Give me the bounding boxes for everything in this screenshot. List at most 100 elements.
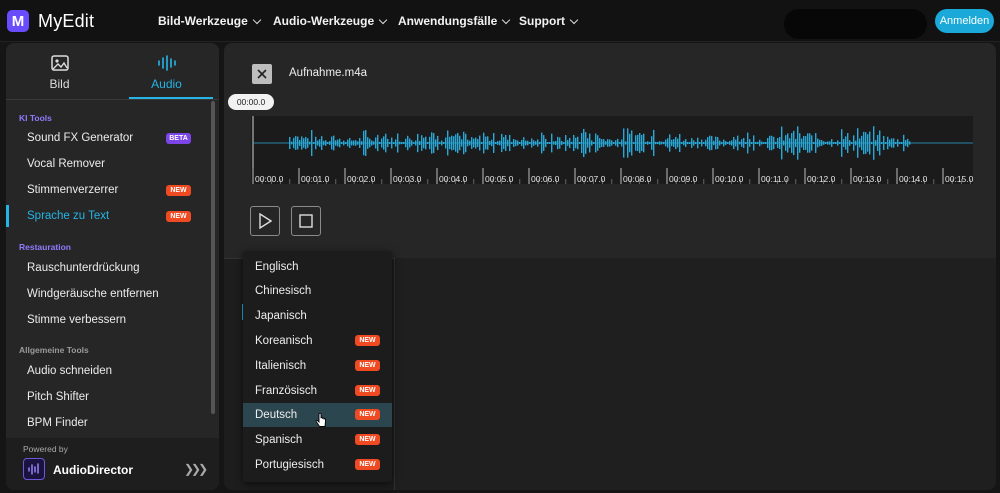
waveform-bar [683,140,685,146]
waveform-bar [829,141,831,145]
waveform-bar [321,136,323,150]
waveform-bar [419,141,421,145]
play-button[interactable] [250,206,280,236]
sidebar-item-bpm-finder[interactable]: BPM Finder [27,417,88,429]
waveform-bar [569,137,571,149]
waveform-bar [347,139,349,147]
waveform-bar [757,141,759,145]
waveform-bar [769,135,771,151]
timeline-tick-label: 00:10.0 [715,174,744,184]
waveform-bar [331,136,333,150]
waveform-bar [723,139,725,147]
double-chevron-right-icon[interactable]: ❯❯❯ [184,462,208,476]
nav-bild-werkzeuge[interactable]: Bild-Werkzeuge [158,14,262,28]
waveform-bar [621,139,623,147]
language-label: Japanisch [255,310,307,322]
timeline-tick-label: 00:08.0 [623,174,652,184]
waveform-bar [557,136,559,150]
waveform-bar [489,140,491,146]
redacted-area [784,9,927,39]
waveform-timeline[interactable]: 00:00.0 00:01.0 00:02.0 00:03.0 00:04.0 00:05… [251,116,973,184]
waveform-bar [461,139,463,147]
waveform-bar [859,138,861,148]
chevron-down-icon [502,15,511,24]
waveform-bar [667,138,669,148]
waveform-bar [595,133,597,153]
sidebar-item-stimme-verbessern[interactable]: Stimme verbessern [27,314,126,326]
waveform-bar [889,139,891,147]
logo[interactable]: M MyEdit [7,10,94,32]
waveform-bar [451,135,453,151]
waveform-bar [491,139,493,147]
sidebar-item-rauschunterdrueckung[interactable]: Rauschunterdrückung [27,262,140,274]
language-option-chinesisch[interactable]: Chinesisch [243,279,392,303]
stop-button[interactable] [291,206,321,236]
waveform-bar [789,138,791,148]
playhead-time[interactable]: 00:00.0 [228,94,274,110]
waveform-bar [337,139,339,147]
waveform-bar [681,142,683,144]
waveform-bar [393,142,395,144]
sidebar-item-sound-fx-generator[interactable]: Sound FX Generator [27,132,133,144]
waveform-bar [593,142,595,144]
stop-icon [299,214,313,228]
waveform-bar [289,136,291,150]
waveform-bar [349,138,351,148]
waveform-bar [293,137,295,149]
login-button[interactable]: Anmelden [935,9,994,33]
waveform-bar [465,133,467,153]
sidebar-item-audio-schneiden[interactable]: Audio schneiden [27,365,112,377]
waveform-bar [467,139,469,147]
close-file-button[interactable] [252,64,272,84]
sidebar-item-stimmenverzerrer[interactable]: Stimmenverzerrer [27,184,118,196]
sidebar-scrollbar[interactable] [211,101,215,414]
waveform-bar [901,142,903,144]
nav-anwendungsfaelle[interactable]: Anwendungsfälle [398,14,511,28]
sidebar-item-label: Windgeräusche entfernen [27,288,159,300]
waveform-bar [487,136,489,150]
sidebar-item-vocal-remover[interactable]: Vocal Remover [27,158,105,170]
waveform-bar [399,141,401,145]
waveform-bar [591,140,593,146]
sidebar-item-label: BPM Finder [27,417,88,429]
timeline-tick-label: 00:12.0 [807,174,836,184]
powered-by-panel[interactable]: Powered by AudioDirector ❯❯❯ [6,438,219,490]
waveform-bar [799,133,801,153]
waveform-bar [729,141,731,145]
timeline-tick-label: 00:11.0 [761,174,789,184]
waveform-bar [867,134,869,152]
waveform-bar [797,126,799,160]
waveform-bar [851,142,853,144]
waveform-bar [307,138,309,148]
waveform-bar [631,130,633,156]
waveform-bar [381,138,383,148]
language-option-koreanisch[interactable]: Koreanisch NEW [243,329,392,353]
waveform-bar [507,139,509,147]
tab-audio[interactable]: Audio [113,53,219,99]
waveform-bar [477,139,479,147]
sidebar-item-pitch-shifter[interactable]: Pitch Shifter [27,391,89,403]
sidebar-item-sprache-zu-text[interactable]: Sprache zu Text [27,210,109,222]
language-option-franzoesisch[interactable]: Französisch NEW [243,379,392,403]
language-option-portugiesisch[interactable]: Portugiesisch NEW [243,453,392,477]
language-option-englisch[interactable]: Englisch [243,255,392,279]
waveform-bar [615,140,617,146]
play-icon [259,213,272,229]
waveform-bar [513,138,515,148]
waveform-bar [619,142,621,144]
language-option-spanisch[interactable]: Spanisch NEW [243,428,392,452]
section-restauration: Restauration [19,242,71,252]
nav-support[interactable]: Support [519,14,579,28]
waveform-bar [649,142,651,144]
hand-cursor-icon [315,413,326,427]
sidebar-item-windgeraeusche-entfernen[interactable]: Windgeräusche entfernen [27,288,159,300]
waveform-bar [785,135,787,151]
language-option-japanisch[interactable]: Japanisch [243,304,392,328]
language-label: Französisch [255,385,317,397]
tab-bild[interactable]: Bild [6,53,113,99]
nav-audio-werkzeuge[interactable]: Audio-Werkzeuge [273,14,388,28]
waveform-bar [439,141,441,145]
waveform-bar [457,132,459,154]
waveform-bar [763,142,765,144]
language-option-italienisch[interactable]: Italienisch NEW [243,354,392,378]
